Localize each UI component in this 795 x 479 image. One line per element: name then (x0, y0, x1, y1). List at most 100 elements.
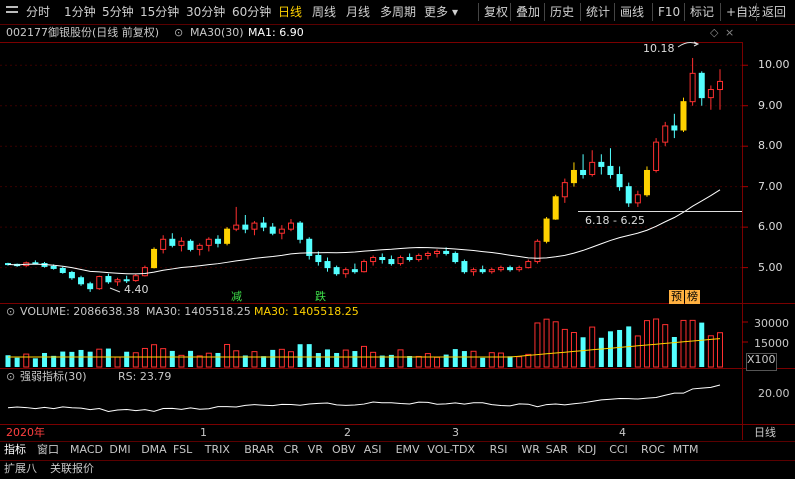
candle-body (561, 182, 568, 198)
volume-settings-icon[interactable]: ⊙ (6, 304, 15, 320)
candle-body (141, 267, 148, 277)
volume-axis-1: 30000 (754, 317, 789, 330)
event-tag-2[interactable]: 跌 (313, 290, 328, 304)
indicator-tab-12[interactable]: EMV (396, 442, 420, 458)
volume-axis-2: 15000 (754, 337, 789, 350)
volume-bar (215, 352, 221, 367)
volume-ma-b: MA30: 1405518.25 (254, 305, 359, 318)
price-axis-label: 7.00 (758, 179, 783, 193)
indicator-tab-6[interactable]: TRIX (205, 442, 230, 458)
volume-bar (497, 352, 504, 368)
candle-body (689, 72, 696, 103)
volume-bar (525, 353, 532, 368)
indicator-tab-15[interactable]: WR (521, 442, 540, 458)
high-label: 10.18 (643, 42, 675, 55)
volume-bar (653, 318, 660, 368)
volume-bar (42, 352, 48, 367)
candle-body (287, 222, 294, 230)
candle-body (653, 141, 660, 171)
candle-body (452, 252, 459, 263)
volume-bar (23, 353, 30, 368)
candle-body (151, 248, 158, 269)
footer-tab-related[interactable]: 关联报价 (50, 461, 94, 477)
volume-bar (334, 352, 340, 367)
indicator-tab-1[interactable]: 窗口 (37, 442, 59, 458)
candle-body (370, 257, 377, 263)
volume-bar (51, 355, 57, 367)
candle-body (50, 265, 57, 269)
volume-bar (96, 348, 103, 368)
event-tag-4[interactable]: 榜 (685, 290, 700, 304)
candle-body (470, 269, 477, 273)
indicator-tab-18[interactable]: CCI (609, 442, 628, 458)
volume-bar (105, 348, 111, 367)
volume-bar (470, 350, 477, 368)
candle-body (662, 125, 669, 143)
event-tag-1[interactable]: 减 (229, 290, 244, 304)
event-tag-3[interactable]: 预 (669, 290, 684, 304)
indicator-tab-17[interactable]: KDJ (577, 442, 596, 458)
indicator-tab-14[interactable]: RSI (490, 442, 508, 458)
rs-value: RS: 23.79 (118, 370, 172, 383)
footer-tabs: 扩展八 关联报价 (0, 460, 795, 477)
volume-bar (452, 349, 458, 367)
volume-bar (188, 350, 194, 367)
indicator-tab-8[interactable]: CR (284, 442, 299, 458)
volume-bar (534, 322, 541, 368)
candle-body (214, 238, 221, 244)
candle-body (543, 218, 550, 242)
candle-body (388, 259, 395, 265)
indicator-tab-2[interactable]: MACD (70, 442, 103, 458)
indicator-tab-3[interactable]: DMI (109, 442, 130, 458)
price-axis-label: 6.00 (758, 220, 783, 234)
indicator-tab-0[interactable]: 指标 (4, 442, 26, 458)
candle-body (297, 222, 304, 240)
indicator-tab-9[interactable]: VR (308, 442, 323, 458)
indicator-tab-11[interactable]: ASI (364, 442, 382, 458)
indicator-tab-20[interactable]: MTM (673, 442, 699, 458)
candle-body (68, 271, 75, 279)
candle-body (324, 261, 331, 269)
indicator-tab-19[interactable]: ROC (641, 442, 665, 458)
footer-tab-expand[interactable]: 扩展八 (4, 461, 37, 477)
candle-body (406, 257, 413, 261)
candle-body (269, 226, 276, 234)
indicator-tab-16[interactable]: SAR (546, 442, 568, 458)
volume-bar (124, 351, 130, 367)
volume-bar (205, 352, 212, 368)
volume-bar (342, 349, 349, 368)
volume-bar (196, 355, 203, 368)
date-month-4: 4 (619, 426, 626, 439)
indicator-tab-5[interactable]: FSL (173, 442, 192, 458)
candle-body (96, 276, 103, 290)
candle-body (497, 267, 504, 271)
volume-bar (443, 354, 449, 367)
rs-settings-icon[interactable]: ⊙ (6, 369, 15, 385)
volume-ma-a: MA30: 1405518.25 (146, 305, 251, 318)
volume-bar (261, 356, 267, 367)
candle-body (616, 174, 623, 188)
volume-bar (689, 319, 696, 368)
volume-bar (543, 318, 550, 368)
indicator-tab-10[interactable]: OBV (332, 442, 355, 458)
candle-body (552, 196, 559, 220)
date-axis: 2020年 1 2 3 4 日线 (0, 425, 795, 441)
candle-body (461, 261, 468, 273)
indicator-tab-4[interactable]: DMA (141, 442, 167, 458)
candle-body (525, 261, 532, 269)
date-period[interactable]: 日线 (754, 425, 776, 441)
volume-bar (580, 337, 586, 367)
volume-bar (671, 336, 677, 367)
volume-bar (169, 350, 175, 367)
volume-bar (370, 351, 377, 368)
volume-bar (662, 324, 669, 368)
chart-canvas[interactable] (0, 0, 795, 479)
volume-bar (78, 349, 84, 367)
indicator-tab-13[interactable]: VOL-TDX (427, 442, 475, 458)
indicator-tab-7[interactable]: BRAR (244, 442, 274, 458)
volume-bar (699, 322, 705, 367)
candle-body (361, 261, 367, 273)
candle-body (516, 267, 523, 271)
volume-bar (480, 357, 486, 367)
volume-bar (315, 353, 321, 367)
